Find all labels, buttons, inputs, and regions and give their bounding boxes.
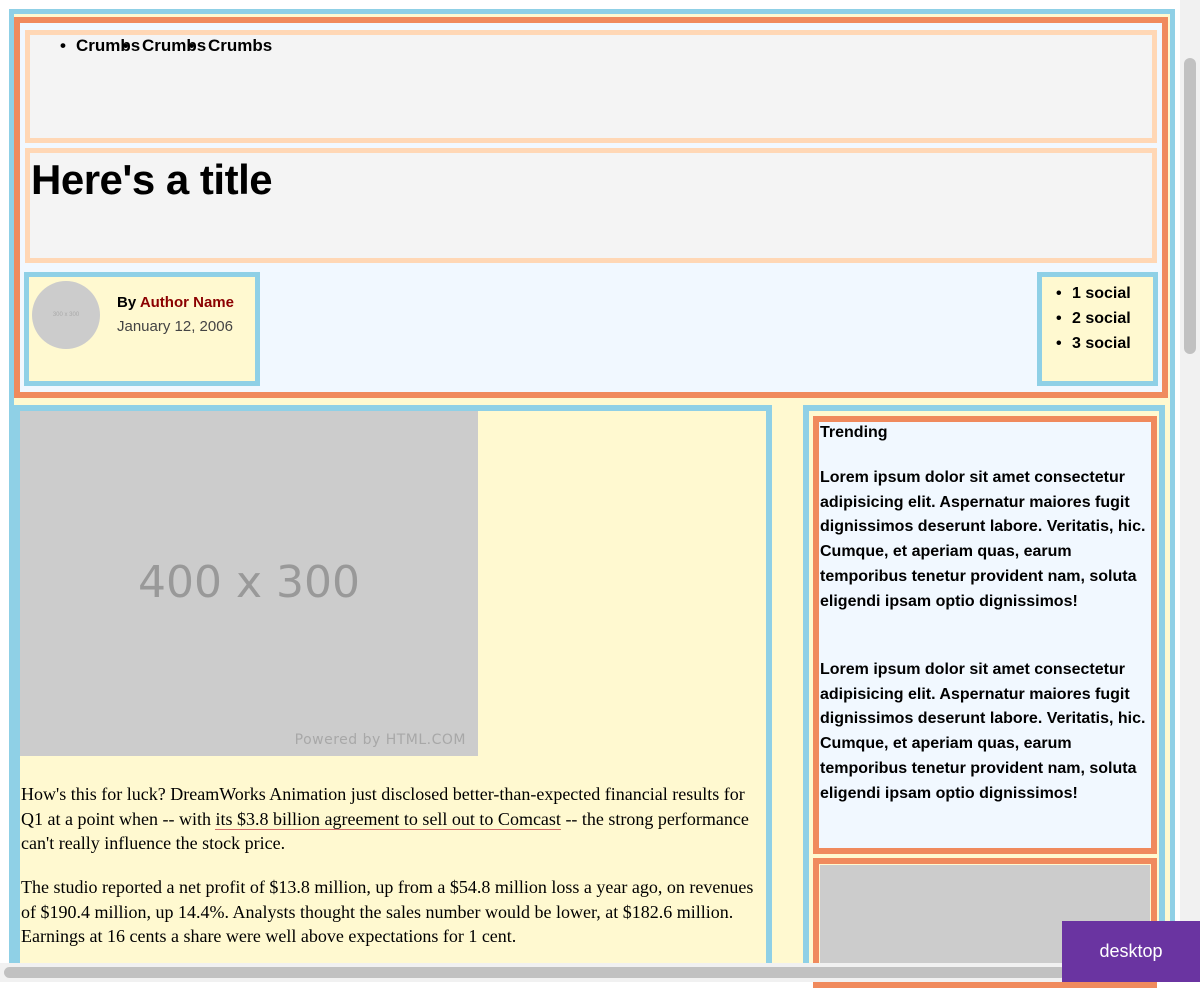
avatar-placeholder-text: 300 x 300 <box>52 312 80 318</box>
social-link[interactable]: 3 social <box>1056 331 1131 356</box>
breadcrumb-item[interactable]: Crumbs <box>208 36 272 56</box>
publish-date: January 12, 2006 <box>117 318 233 335</box>
social-link[interactable]: 2 social <box>1056 306 1131 331</box>
trending-paragraph: Lorem ipsum dolor sit amet consectetur a… <box>820 469 1146 610</box>
trending-title: Trending <box>820 424 888 441</box>
horizontal-scrollbar-thumb[interactable] <box>4 967 1066 978</box>
page-title: Here's a title <box>31 156 273 203</box>
image-credit: Powered by HTML.COM <box>294 732 466 748</box>
comcast-deal-link[interactable]: its $3.8 billion agreement to sell out t… <box>215 808 561 830</box>
bullet-icon: • <box>123 38 129 55</box>
by-label: By <box>117 294 137 311</box>
breadcrumb-item[interactable]: Crumbs <box>60 36 140 56</box>
social-list: 1 social 2 social 3 social <box>1056 281 1131 356</box>
article-paragraph: The studio reported a net profit of $13.… <box>21 877 754 946</box>
article-paragraph: How's this for luck? DreamWorks Animatio… <box>21 782 761 856</box>
bullet-icon: • <box>189 38 195 55</box>
byline: By Author Name <box>117 294 234 311</box>
vertical-scrollbar-thumb[interactable] <box>1184 58 1196 354</box>
avatar: 300 x 300 <box>32 281 100 349</box>
author-link[interactable]: Author Name <box>140 294 234 311</box>
social-link[interactable]: 1 social <box>1056 281 1131 306</box>
breadcrumb-item[interactable]: Crumbs <box>142 36 206 56</box>
image-placeholder-label: 400 x 300 <box>138 557 360 608</box>
trending-paragraph: Lorem ipsum dolor sit amet consectetur a… <box>820 661 1146 802</box>
breakpoint-badge: desktop <box>1062 921 1200 982</box>
hero-image: 400 x 300 Powered by HTML.COM <box>20 411 478 756</box>
